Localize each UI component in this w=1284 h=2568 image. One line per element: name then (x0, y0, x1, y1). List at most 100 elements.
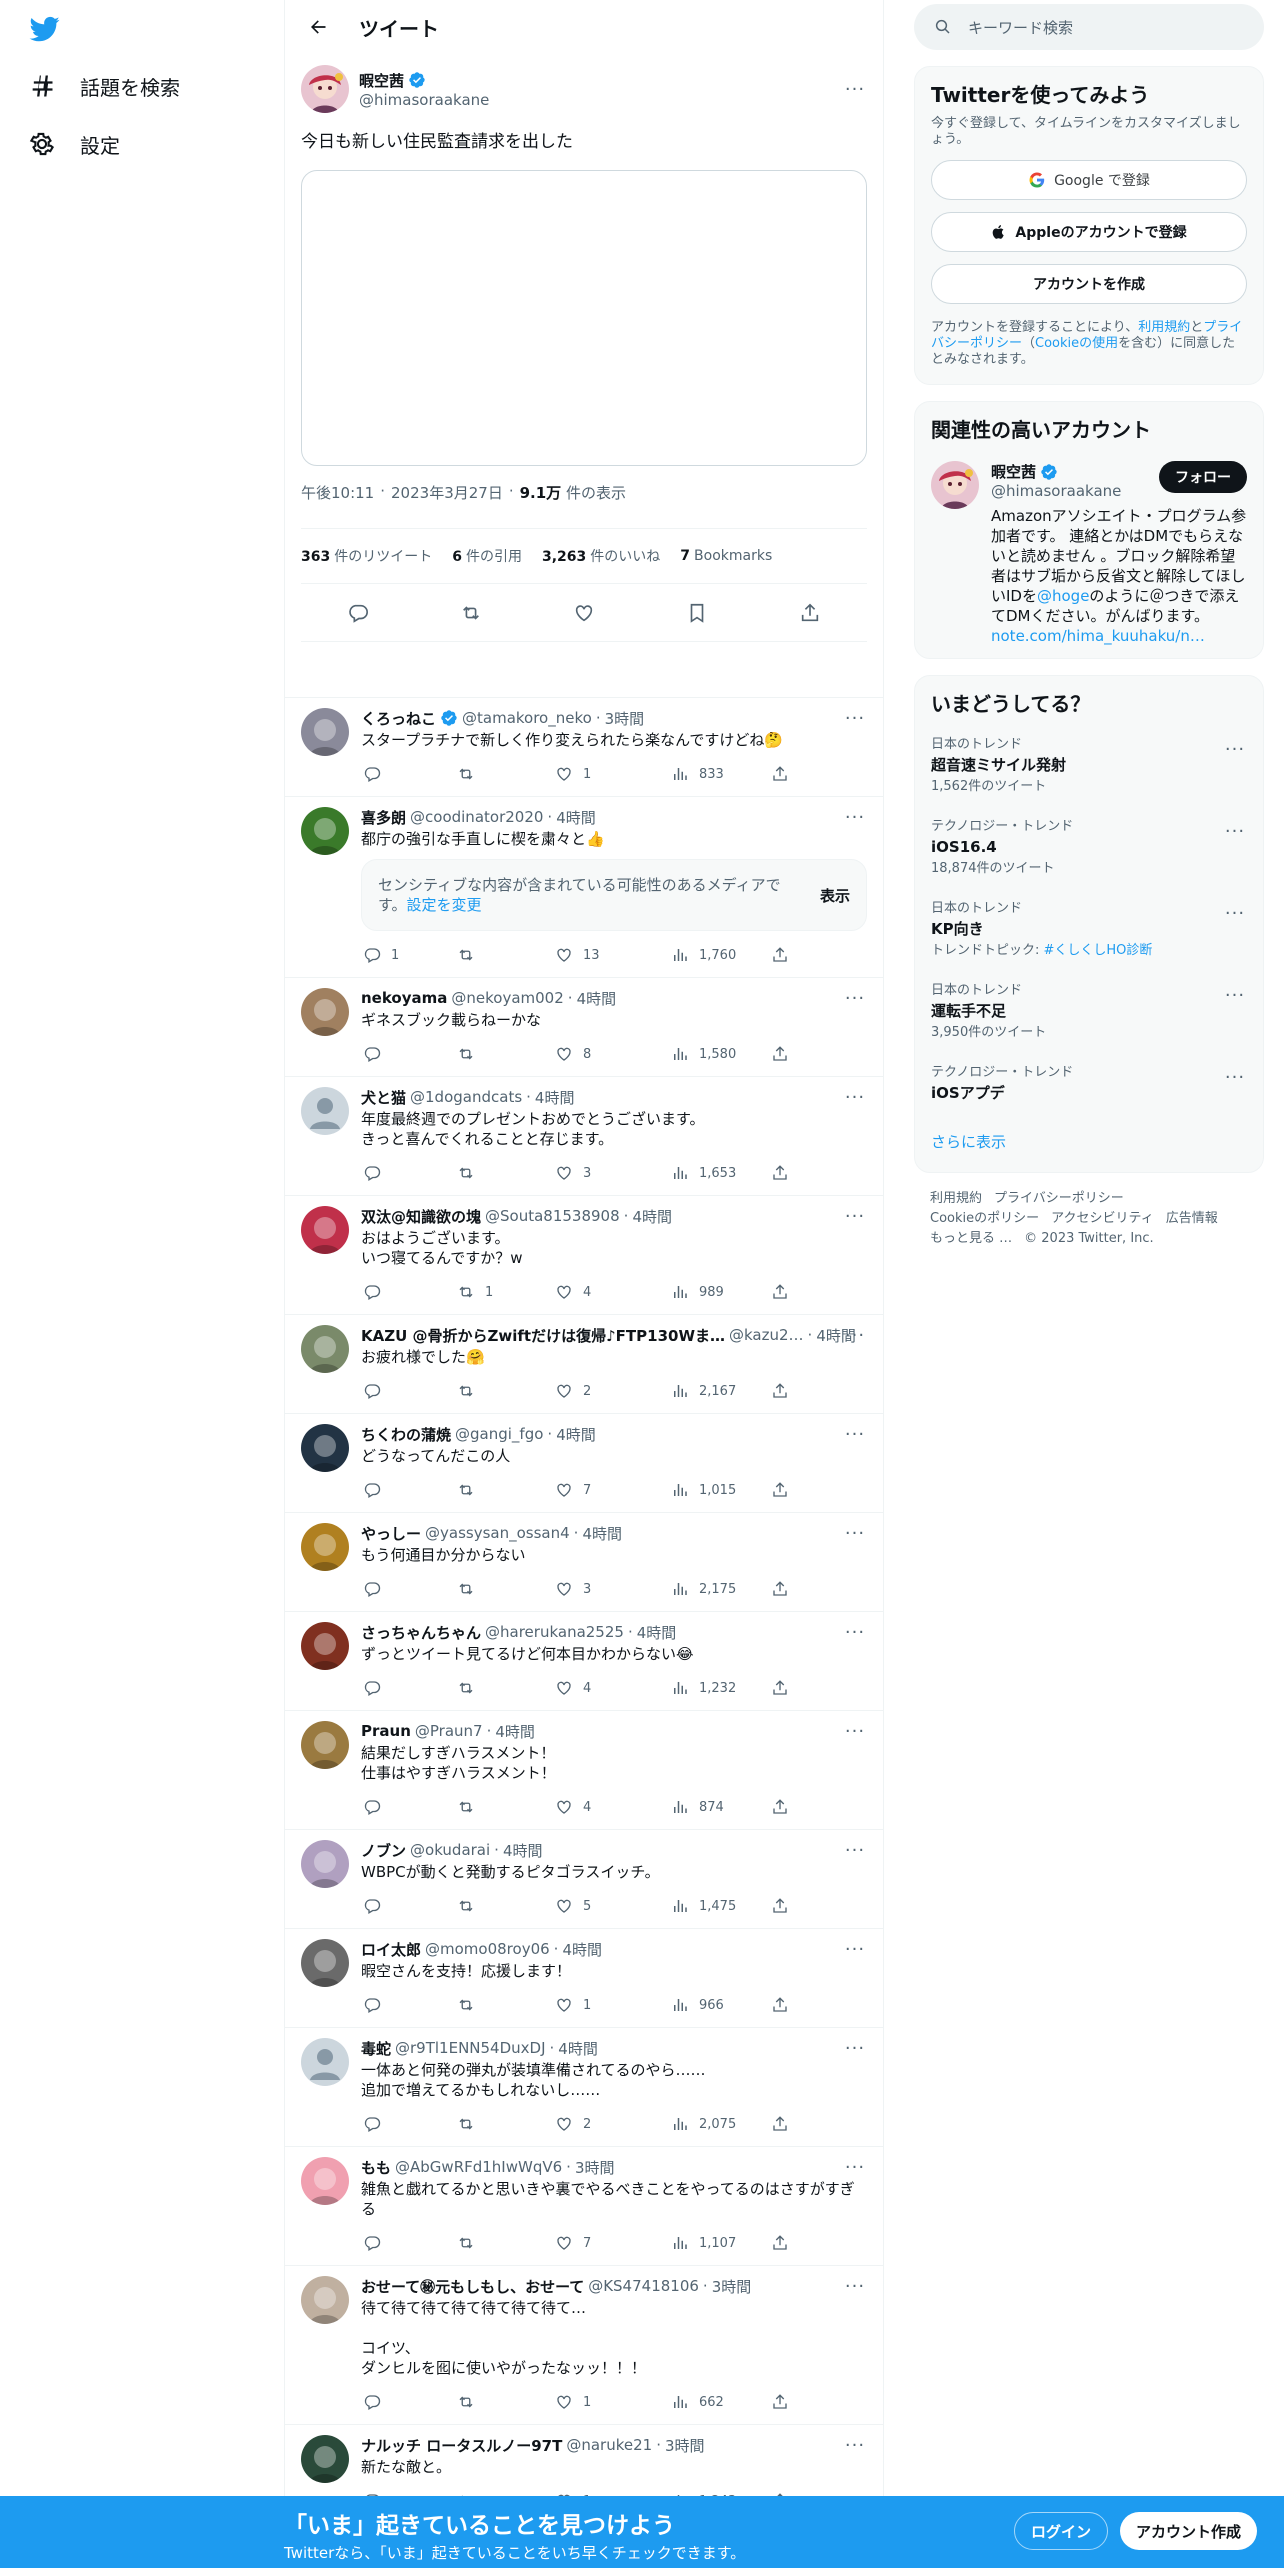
reply-author-name[interactable]: ちくわの蒲焼 (361, 1424, 451, 1444)
reply-time[interactable]: 4時間 (582, 1523, 622, 1543)
tweet-date[interactable]: 2023年3月27日 (391, 482, 503, 502)
like-button[interactable]: 13 (555, 946, 671, 964)
reply-button[interactable] (361, 2393, 457, 2411)
retweet-icon[interactable] (460, 602, 482, 624)
views-button[interactable]: 966 (671, 1996, 771, 2014)
reply-author-handle[interactable]: @momo08roy06 (425, 1940, 550, 1958)
more-options-icon[interactable]: ··· (843, 1325, 867, 1346)
nav-settings[interactable]: 設定 (28, 124, 120, 164)
reply-button[interactable] (361, 1996, 457, 2014)
more-options-icon[interactable]: ··· (843, 1840, 867, 1861)
reply-button[interactable] (361, 1045, 457, 1063)
reply-author-handle[interactable]: @coodinator2020 (410, 808, 543, 826)
footer-link[interactable]: プライバシーポリシー (994, 1191, 1124, 1206)
reply-time[interactable]: 4時間 (556, 807, 596, 827)
reply-author-handle[interactable]: @tamakoro_neko (462, 709, 592, 727)
signup-button[interactable]: アカウント作成 (1120, 2512, 1258, 2550)
reply-author-name[interactable]: 犬と猫 (361, 1087, 406, 1107)
trend-item[interactable]: 日本のトレンド KP向き トレンドトピック: #くしくしHO診断 ··· (915, 893, 1263, 975)
more-options-icon[interactable]: ··· (1223, 821, 1247, 842)
reply-author-handle[interactable]: @gangi_fgo (455, 1425, 543, 1443)
trend-item[interactable]: テクノロジー・トレンド iOS16.4 18,874件のツイート ··· (915, 811, 1263, 893)
reply-tweet[interactable]: Praun @Praun7 · 4時間 ··· 結果だしすぎハラスメント！ 仕事はやすぎハ… (285, 1711, 883, 1830)
reply-author-name[interactable]: Praun (361, 1722, 411, 1740)
reply-button[interactable] (361, 1382, 457, 1400)
reply-tweet[interactable]: もも @AbGwRFd1hIwWqV6 · 3時間 ··· 雑魚と戯れてるかと思いきや裏で… (285, 2147, 883, 2266)
cookie-link[interactable]: Cookieの使用 (1035, 336, 1118, 351)
views-button[interactable]: 2,175 (671, 1580, 771, 1598)
share-button[interactable] (771, 1580, 789, 1598)
footer-link[interactable]: もっと見る … (930, 1231, 1012, 1246)
reply-time[interactable]: 4時間 (558, 2038, 598, 2058)
views-button[interactable]: 833 (671, 765, 771, 783)
create-account-button[interactable]: アカウントを作成 (931, 264, 1247, 304)
reply-button[interactable]: 1 (361, 946, 457, 964)
reply-button[interactable] (361, 1481, 457, 1499)
reply-tweet[interactable]: 喜多朗 @coodinator2020 · 4時間 ··· 都庁の強引な手直しに楔を粛々と… (285, 797, 883, 978)
reply-tweet[interactable]: ロイ太郎 @momo08roy06 · 4時間 ··· 暇空さんを支持！応援します！ 1 96… (285, 1929, 883, 2028)
retweet-stat[interactable]: 363 件のリツイート (301, 546, 432, 566)
reply-author-handle[interactable]: @kazu2… (729, 1326, 804, 1344)
reply-author-name[interactable]: 喜多朗 (361, 807, 406, 827)
share-button[interactable] (771, 765, 789, 783)
reply-author-name[interactable]: やっしー (361, 1523, 421, 1543)
retweet-button[interactable] (457, 2234, 555, 2252)
reply-tweet[interactable]: ちくわの蒲焼 @gangi_fgo · 4時間 ··· どうなってんだこの人 7 1,015 (285, 1414, 883, 1513)
reply-button[interactable] (361, 1164, 457, 1182)
trend-item[interactable]: 日本のトレンド 超音速ミサイル発射 1,562件のツイート ··· (915, 729, 1263, 811)
like-button[interactable]: 5 (555, 1897, 671, 1915)
avatar[interactable] (301, 1087, 349, 1135)
reply-author-name[interactable]: ロイ太郎 (361, 1939, 421, 1959)
login-button[interactable]: ログイン (1014, 2512, 1109, 2550)
reply-icon[interactable] (347, 602, 369, 624)
avatar[interactable] (301, 1721, 349, 1769)
views-button[interactable]: 662 (671, 2393, 771, 2411)
views-button[interactable]: 2,075 (671, 2115, 771, 2133)
reply-button[interactable] (361, 1679, 457, 1697)
views-button[interactable]: 1,107 (671, 2234, 771, 2252)
terms-link[interactable]: 利用規約 (1138, 320, 1190, 335)
footer-link[interactable]: 広告情報 (1166, 1211, 1218, 1226)
reply-author-handle[interactable]: @Souta81538908 (485, 1207, 620, 1225)
views-button[interactable]: 1,580 (671, 1045, 771, 1063)
change-settings-link[interactable]: 設定を変更 (407, 896, 482, 914)
share-button[interactable] (771, 946, 789, 964)
retweet-button[interactable] (457, 1679, 555, 1697)
reply-tweet[interactable]: KAZU @骨折からZwiftだけは復帰♪FTP130Wま… @kazu2… · 4時… (285, 1315, 883, 1414)
more-options-icon[interactable]: ··· (843, 1939, 867, 1960)
trend-item[interactable]: テクノロジー・トレンド iOSアプデ ··· (915, 1057, 1263, 1119)
more-options-icon[interactable]: ··· (843, 2435, 867, 2456)
like-button[interactable]: 2 (555, 1382, 671, 1400)
footer-link[interactable]: 利用規約 (930, 1191, 982, 1206)
reply-author-name[interactable]: くろっねこ (361, 708, 436, 728)
views-button[interactable]: 1,475 (671, 1897, 771, 1915)
like-stat[interactable]: 3,263 件のいいね (542, 546, 660, 566)
like-button[interactable]: 1 (555, 1996, 671, 2014)
reply-time[interactable]: 3時間 (712, 2276, 752, 2296)
views-button[interactable]: 1,232 (671, 1679, 771, 1697)
more-options-icon[interactable]: ··· (843, 1622, 867, 1643)
reply-author-name[interactable]: ノブン (361, 1840, 406, 1860)
reply-author-name[interactable]: nekoyama (361, 989, 447, 1007)
avatar[interactable] (301, 1325, 349, 1373)
reply-button[interactable] (361, 1897, 457, 1915)
author-name[interactable]: 暇空茜 (359, 70, 404, 91)
related-handle[interactable]: @himasoraakane (991, 482, 1159, 500)
avatar[interactable] (301, 1622, 349, 1670)
share-button[interactable] (771, 1897, 789, 1915)
bio-url-link[interactable]: note.com/hima_kuuhaku/n… (991, 627, 1205, 645)
reply-author-handle[interactable]: @r9Tl1ENN54DuxDJ (395, 2039, 546, 2057)
reply-time[interactable]: 4時間 (495, 1721, 535, 1741)
share-button[interactable] (771, 1798, 789, 1816)
like-button[interactable]: 3 (555, 1164, 671, 1182)
share-button[interactable] (771, 1679, 789, 1697)
reply-button[interactable] (361, 2115, 457, 2133)
reply-tweet[interactable]: 犬と猫 @1dogandcats · 4時間 ··· 年度最終週でのプレゼントおめでとうご… (285, 1077, 883, 1196)
more-options-icon[interactable]: ··· (843, 1424, 867, 1445)
reply-author-name[interactable]: 毒蛇 (361, 2038, 391, 2058)
related-name[interactable]: 暇空茜 (991, 461, 1036, 482)
nav-explore[interactable]: 話題を検索 (28, 66, 180, 106)
reply-author-handle[interactable]: @1dogandcats (410, 1088, 522, 1106)
share-button[interactable] (771, 2234, 789, 2252)
avatar[interactable] (301, 1206, 349, 1254)
